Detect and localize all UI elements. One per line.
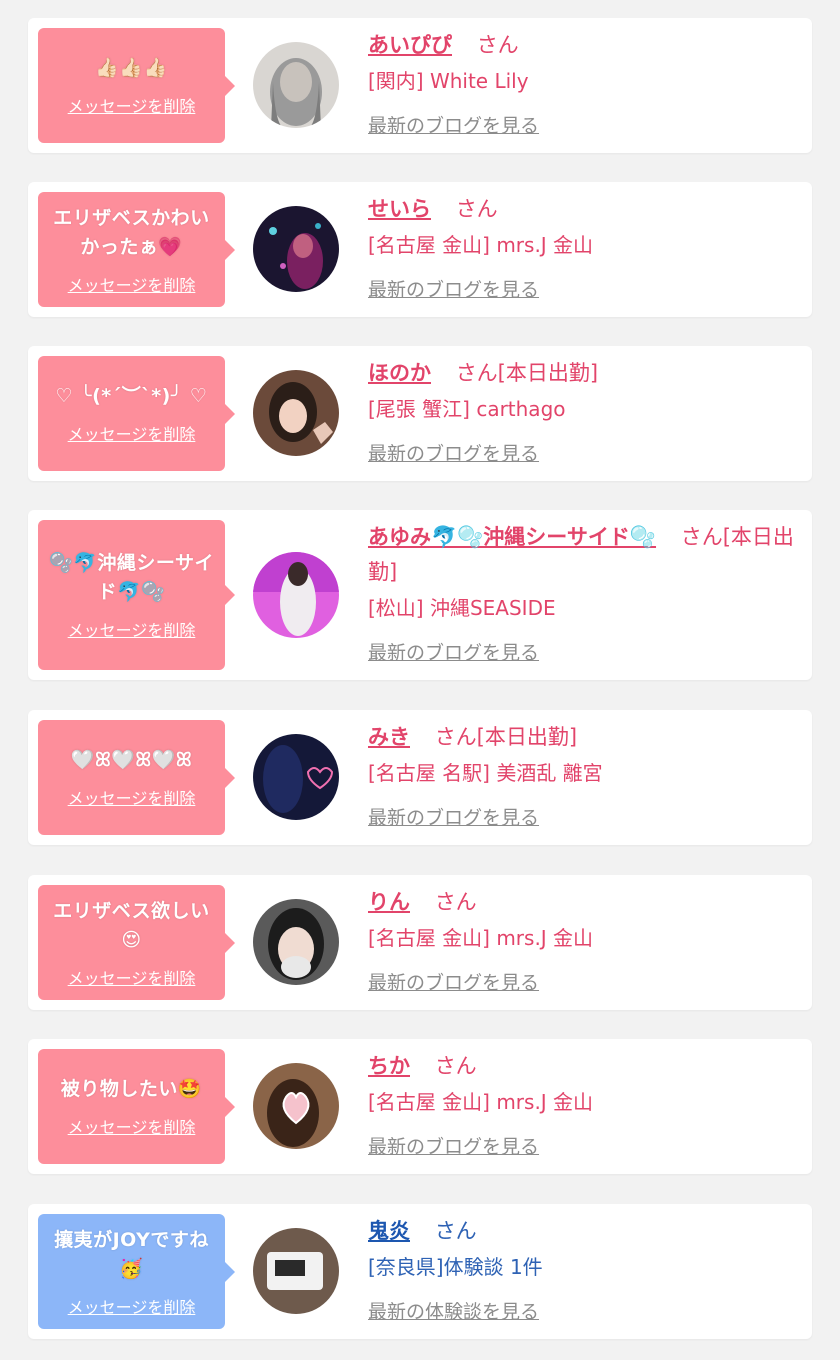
- sender-suffix: さん: [476, 33, 519, 57]
- delete-message-link[interactable]: メッセージを削除: [68, 965, 196, 989]
- message-bubble: 👍🏻👍🏻👍🏻 メッセージを削除: [38, 28, 235, 143]
- message-text: 🫧🐬沖縄シーサイド🐬🫧: [49, 552, 214, 603]
- message-text: 攘夷がJOYですね🥳: [54, 1228, 209, 1280]
- shop-info: [尾張 蟹江] carthago: [368, 397, 566, 421]
- sender-info: あいぴぴ さん [関内] White Lily 最新のブログを見る: [368, 28, 794, 138]
- sender-name-link[interactable]: 鬼炎: [368, 1219, 410, 1243]
- latest-blog-link[interactable]: 最新のブログを見る: [368, 1132, 539, 1159]
- sender-suffix: さん: [434, 1219, 477, 1243]
- latest-blog-link[interactable]: 最新のブログを見る: [368, 803, 539, 830]
- sender-suffix: さん: [434, 890, 477, 914]
- message-card: 被り物したい🤩 メッセージを削除 ちか さん [名古屋 金山] mrs.J 金山…: [28, 1039, 812, 1174]
- message-bubble: 攘夷がJOYですね🥳 メッセージを削除: [38, 1214, 235, 1329]
- message-text: 被り物したい🤩: [60, 1078, 203, 1100]
- avatar[interactable]: [253, 206, 339, 292]
- shop-info: [名古屋 金山] mrs.J 金山: [368, 926, 594, 950]
- message-card: エリザベスかわいかったぁ💗 メッセージを削除 せいら さん [名古屋 金山] m…: [28, 182, 812, 317]
- message-card: 🤍ꕤ🤍ꕤ🤍ꕤ メッセージを削除 みき さん[本日出勤] [名古屋 名駅] 美酒乱…: [28, 710, 812, 845]
- latest-review-link[interactable]: 最新の体験談を見る: [368, 1297, 539, 1324]
- sender-suffix: さん: [434, 1054, 477, 1078]
- sender-suffix: さん[本日出勤]: [455, 361, 599, 385]
- delete-message-link[interactable]: メッセージを削除: [68, 421, 196, 445]
- shop-info: [名古屋 名駅] 美酒乱 離宮: [368, 761, 603, 785]
- message-card: エリザベス欲しい😍 メッセージを削除 りん さん [名古屋 金山] mrs.J …: [28, 875, 812, 1010]
- sender-info: ほのか さん[本日出勤] [尾張 蟹江] carthago 最新のブログを見る: [368, 356, 794, 466]
- sender-suffix: さん[本日出勤]: [434, 725, 578, 749]
- latest-blog-link[interactable]: 最新のブログを見る: [368, 968, 539, 995]
- sender-name-link[interactable]: ちか: [368, 1054, 410, 1078]
- sender-info: 鬼炎 さん [奈良県]体験談 1件 最新の体験談を見る: [368, 1214, 794, 1324]
- sender-name-link[interactable]: ほのか: [368, 361, 431, 385]
- avatar[interactable]: [253, 899, 339, 985]
- message-bubble: 🤍ꕤ🤍ꕤ🤍ꕤ メッセージを削除: [38, 720, 235, 835]
- latest-blog-link[interactable]: 最新のブログを見る: [368, 275, 539, 302]
- message-list: 👍🏻👍🏻👍🏻 メッセージを削除 あいぴぴ さん [関内] White Lily …: [0, 0, 840, 1360]
- avatar[interactable]: [253, 370, 339, 456]
- message-text: エリザベスかわいかったぁ💗: [53, 206, 210, 258]
- sender-info: せいら さん [名古屋 金山] mrs.J 金山 最新のブログを見る: [368, 192, 794, 302]
- latest-blog-link[interactable]: 最新のブログを見る: [368, 638, 539, 665]
- message-bubble: エリザベス欲しい😍 メッセージを削除: [38, 885, 235, 1000]
- sender-info: あゆみ🐬🫧沖縄シーサイド🫧 さん[本日出勤] [松山] 沖縄SEASIDE 最新…: [368, 520, 794, 665]
- avatar[interactable]: [253, 734, 339, 820]
- sender-info: ちか さん [名古屋 金山] mrs.J 金山 最新のブログを見る: [368, 1049, 794, 1159]
- message-bubble: エリザベスかわいかったぁ💗 メッセージを削除: [38, 192, 235, 307]
- message-card: 攘夷がJOYですね🥳 メッセージを削除 鬼炎 さん [奈良県]体験談 1件 最新…: [28, 1204, 812, 1339]
- message-text: 🤍ꕤ🤍ꕤ🤍ꕤ: [70, 749, 193, 771]
- message-card: 👍🏻👍🏻👍🏻 メッセージを削除 あいぴぴ さん [関内] White Lily …: [28, 18, 812, 153]
- sender-name-link[interactable]: りん: [368, 890, 410, 914]
- sender-name-link[interactable]: せいら: [368, 197, 431, 221]
- message-bubble: 🫧🐬沖縄シーサイド🐬🫧 メッセージを削除: [38, 520, 235, 670]
- latest-blog-link[interactable]: 最新のブログを見る: [368, 439, 539, 466]
- message-text: エリザベス欲しい😍: [53, 899, 210, 951]
- shop-info: [松山] 沖縄SEASIDE: [368, 596, 556, 620]
- message-text: ♡ ╰(*´︶`*)╯ ♡: [55, 385, 208, 407]
- sender-name-link[interactable]: あいぴぴ: [368, 33, 452, 57]
- avatar[interactable]: [253, 1063, 339, 1149]
- message-bubble: 被り物したい🤩 メッセージを削除: [38, 1049, 235, 1164]
- message-text: 👍🏻👍🏻👍🏻: [95, 57, 168, 79]
- message-card: 🫧🐬沖縄シーサイド🐬🫧 メッセージを削除 あゆみ🐬🫧沖縄シーサイド🫧 さん[本日…: [28, 510, 812, 680]
- message-card: ♡ ╰(*´︶`*)╯ ♡ メッセージを削除 ほのか さん[本日出勤] [尾張 …: [28, 346, 812, 481]
- delete-message-link[interactable]: メッセージを削除: [68, 93, 196, 117]
- sender-info: みき さん[本日出勤] [名古屋 名駅] 美酒乱 離宮 最新のブログを見る: [368, 720, 794, 830]
- shop-info: [奈良県]体験談 1件: [368, 1255, 543, 1279]
- shop-info: [名古屋 金山] mrs.J 金山: [368, 1090, 594, 1114]
- shop-info: [関内] White Lily: [368, 69, 529, 93]
- delete-message-link[interactable]: メッセージを削除: [68, 785, 196, 809]
- avatar[interactable]: [253, 1228, 339, 1314]
- delete-message-link[interactable]: メッセージを削除: [68, 272, 196, 296]
- sender-name-link[interactable]: あゆみ🐬🫧沖縄シーサイド🫧: [368, 525, 656, 549]
- message-bubble: ♡ ╰(*´︶`*)╯ ♡ メッセージを削除: [38, 356, 235, 471]
- latest-blog-link[interactable]: 最新のブログを見る: [368, 111, 539, 138]
- delete-message-link[interactable]: メッセージを削除: [68, 1114, 196, 1138]
- sender-suffix: さん: [455, 197, 498, 221]
- delete-message-link[interactable]: メッセージを削除: [68, 1294, 196, 1318]
- delete-message-link[interactable]: メッセージを削除: [68, 617, 196, 641]
- sender-info: りん さん [名古屋 金山] mrs.J 金山 最新のブログを見る: [368, 885, 794, 995]
- avatar[interactable]: [253, 42, 339, 128]
- avatar[interactable]: [253, 552, 339, 638]
- sender-name-link[interactable]: みき: [368, 725, 410, 749]
- shop-info: [名古屋 金山] mrs.J 金山: [368, 233, 594, 257]
